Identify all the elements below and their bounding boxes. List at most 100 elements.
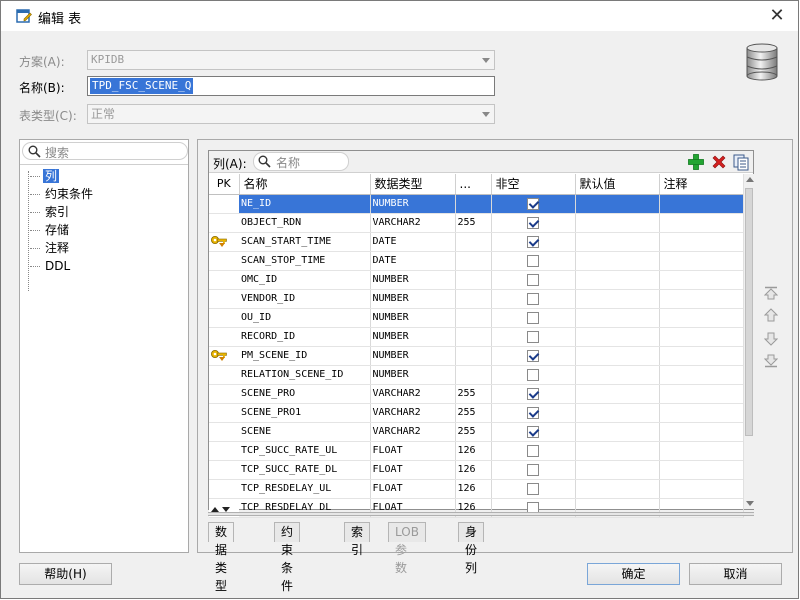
size-cell[interactable] (455, 365, 492, 385)
column-name-cell[interactable]: VENDOR_ID (239, 289, 371, 309)
comment-cell[interactable] (659, 403, 744, 423)
not-null-checkbox[interactable] (527, 254, 539, 267)
comment-cell[interactable] (659, 441, 744, 461)
comment-cell[interactable] (659, 270, 744, 290)
not-null-cell[interactable] (491, 194, 576, 214)
scroll-thumb[interactable] (745, 188, 753, 436)
pk-cell[interactable] (209, 403, 239, 423)
close-button[interactable]: ✕ (764, 5, 790, 27)
default-cell[interactable] (575, 403, 660, 423)
comment-cell[interactable] (659, 460, 744, 480)
default-cell[interactable] (575, 479, 660, 499)
column-name-cell[interactable]: OU_ID (239, 308, 371, 328)
table-row[interactable]: RELATION_SCENE_ID NUMBER (209, 365, 744, 385)
header-size[interactable]: ... (455, 174, 492, 195)
nav-search-input[interactable]: 搜索 (22, 142, 188, 160)
table-row[interactable]: SCAN_STOP_TIME DATE (209, 251, 744, 271)
default-cell[interactable] (575, 460, 660, 480)
data-type-cell[interactable]: VARCHAR2 (370, 422, 456, 442)
default-cell[interactable] (575, 270, 660, 290)
table-row[interactable]: SCENE_PRO VARCHAR2 255 (209, 384, 744, 404)
not-null-cell[interactable] (491, 232, 576, 252)
not-null-checkbox[interactable] (527, 292, 539, 305)
table-row[interactable]: NE_ID NUMBER (209, 194, 744, 214)
comment-cell[interactable] (659, 308, 744, 328)
header-not-null[interactable]: 非空 (491, 174, 576, 195)
pk-cell[interactable] (209, 384, 239, 404)
default-cell[interactable] (575, 308, 660, 328)
header-pk[interactable]: PK (209, 174, 240, 195)
column-name-cell[interactable]: SCAN_STOP_TIME (239, 251, 371, 271)
pk-cell[interactable] (209, 365, 239, 385)
data-type-cell[interactable]: NUMBER (370, 346, 456, 366)
scroll-up-arrow-icon[interactable] (746, 177, 754, 182)
default-cell[interactable] (575, 213, 660, 233)
nav-item-comments[interactable]: 注释 (30, 239, 71, 257)
help-button[interactable]: 帮助(H) (19, 563, 112, 585)
pk-cell[interactable] (209, 251, 239, 271)
add-icon[interactable] (687, 153, 705, 171)
data-type-cell[interactable]: NUMBER (370, 327, 456, 347)
default-cell[interactable] (575, 441, 660, 461)
default-cell[interactable] (575, 327, 660, 347)
nav-item-ddl[interactable]: DDL (30, 257, 72, 275)
tab-indexes[interactable]: 索引 (344, 522, 371, 557)
pk-cell[interactable] (209, 441, 239, 461)
not-null-cell[interactable] (491, 479, 576, 499)
comment-cell[interactable] (659, 213, 744, 233)
size-cell[interactable]: 126 (455, 441, 492, 461)
nav-item-storage[interactable]: 存储 (30, 221, 71, 239)
table-row[interactable]: TCP_RESDELAY_UL FLOAT 126 (209, 479, 744, 499)
not-null-cell[interactable] (491, 365, 576, 385)
column-name-cell[interactable]: OBJECT_RDN (239, 213, 371, 233)
table-row[interactable]: OU_ID NUMBER (209, 308, 744, 328)
not-null-cell[interactable] (491, 289, 576, 309)
default-cell[interactable] (575, 194, 660, 214)
pk-cell[interactable] (209, 308, 239, 328)
data-type-cell[interactable]: FLOAT (370, 479, 456, 499)
comment-cell[interactable] (659, 365, 744, 385)
data-type-cell[interactable]: DATE (370, 232, 456, 252)
data-type-cell[interactable]: NUMBER (370, 270, 456, 290)
default-cell[interactable] (575, 346, 660, 366)
table-row[interactable]: OMC_ID NUMBER (209, 270, 744, 290)
nav-item-columns[interactable]: 列 (30, 167, 60, 185)
move-to-bottom-icon[interactable] (764, 354, 778, 368)
size-cell[interactable] (455, 251, 492, 271)
pk-cell[interactable] (209, 194, 239, 214)
comment-cell[interactable] (659, 289, 744, 309)
default-cell[interactable] (575, 251, 660, 271)
delete-icon[interactable] (710, 153, 728, 171)
not-null-cell[interactable] (491, 213, 576, 233)
header-name[interactable]: 名称 (239, 174, 371, 195)
header-data-type[interactable]: 数据类型 (370, 174, 456, 195)
not-null-checkbox[interactable] (527, 216, 539, 229)
not-null-checkbox[interactable] (527, 330, 539, 343)
cancel-button[interactable]: 取消 (689, 563, 782, 585)
default-cell[interactable] (575, 289, 660, 309)
not-null-checkbox[interactable] (527, 368, 539, 381)
pk-cell[interactable] (209, 270, 239, 290)
data-type-cell[interactable]: DATE (370, 251, 456, 271)
size-cell[interactable]: 255 (455, 422, 492, 442)
column-name-cell[interactable]: SCENE (239, 422, 371, 442)
not-null-checkbox[interactable] (527, 387, 539, 400)
size-cell[interactable] (455, 308, 492, 328)
comment-cell[interactable] (659, 232, 744, 252)
size-cell[interactable]: 126 (455, 460, 492, 480)
column-name-cell[interactable]: TCP_RESDELAY_UL (239, 479, 371, 499)
data-type-cell[interactable]: NUMBER (370, 289, 456, 309)
size-cell[interactable] (455, 194, 492, 214)
table-type-select[interactable]: 正常 (87, 104, 495, 124)
default-cell[interactable] (575, 232, 660, 252)
comment-cell[interactable] (659, 327, 744, 347)
columns-search-input[interactable]: 名称 (253, 152, 349, 171)
not-null-checkbox[interactable] (527, 235, 539, 248)
size-cell[interactable]: 255 (455, 213, 492, 233)
column-name-cell[interactable]: SCAN_START_TIME (239, 232, 371, 252)
pk-cell[interactable] (209, 213, 239, 233)
not-null-checkbox[interactable] (527, 482, 539, 495)
size-cell[interactable] (455, 346, 492, 366)
comment-cell[interactable] (659, 194, 744, 214)
nav-item-constraints[interactable]: 约束条件 (30, 185, 95, 203)
